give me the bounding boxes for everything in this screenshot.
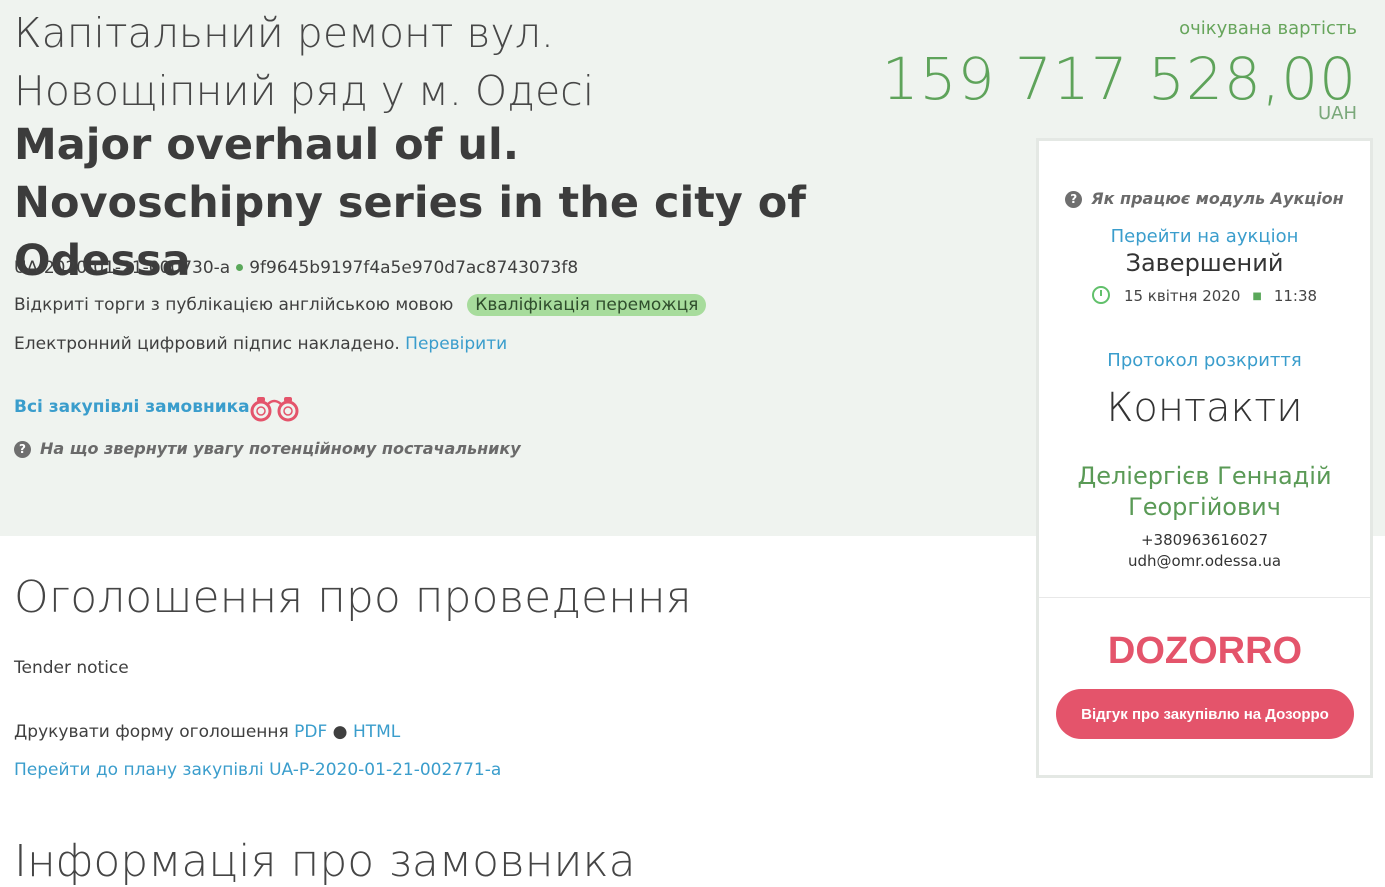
print-html-link[interactable]: HTML xyxy=(353,722,400,742)
contact-phone: +380963616027 xyxy=(1140,531,1269,549)
tender-title-uk: Капітальний ремонт вул. Новощіпний ряд у… xyxy=(14,9,595,115)
expected-value-label: очікувана вартість xyxy=(1179,18,1357,39)
question-icon: ? xyxy=(1065,191,1083,208)
contact-name: Деліергієв Геннадій Георгійович xyxy=(1077,462,1332,521)
verify-signature-link[interactable]: Перевірити xyxy=(405,334,507,354)
dozorro-logo[interactable]: DOZORRO xyxy=(1039,623,1370,677)
auction-help[interactable]: ? Як працює модуль Аукціон xyxy=(1039,189,1370,208)
supplier-hint-text: На що звернути увагу потенційному постач… xyxy=(40,439,521,458)
clock-icon xyxy=(1091,286,1110,304)
divider xyxy=(1039,597,1370,598)
auction-help-text: Як працює модуль Аукціон xyxy=(1091,189,1344,208)
binoculars-icon[interactable] xyxy=(248,394,302,424)
dozorro-feedback-button[interactable]: Відгук про закупівлю на Дозорро xyxy=(1056,689,1354,739)
dozorro-logo-text: DOZORRO xyxy=(1107,630,1301,672)
supplier-hint[interactable]: ? На що звернути увагу потенційному поста… xyxy=(14,439,521,458)
tender-hash: 9f9645b9197f4a5e970d7ac8743073f8 xyxy=(249,258,579,278)
all-procurements-link[interactable]: Всі закупівлі замовника xyxy=(14,397,250,417)
procurement-plan-link[interactable]: Перейти до плану закупівлі UA-P-2020-01-… xyxy=(14,760,501,780)
question-icon: ? xyxy=(14,441,31,458)
tender-id-row: UA-2020-01-21-000730-a 9f9645b9197f4a5e97… xyxy=(14,258,578,278)
expected-currency: UAH xyxy=(1317,103,1357,124)
contacts-heading: Контакти xyxy=(1106,385,1303,431)
opening-protocol-link[interactable]: Протокол розкриття xyxy=(1039,350,1370,371)
go-to-auction-link[interactable]: Перейти на аукціон xyxy=(1039,226,1370,247)
sidebar-card: ? Як працює модуль Аукціон Перейти на аук… xyxy=(1036,138,1373,778)
tender-notice-label: Tender notice xyxy=(14,658,129,678)
print-form-row: Друкувати форму оголошення PDF ● HTML xyxy=(14,722,401,742)
separator-dot-icon xyxy=(236,263,244,271)
announcement-section-title: Оголошення про проведення xyxy=(14,572,692,623)
print-form-text: Друкувати форму оголошення xyxy=(14,722,289,742)
auction-time: 11:38 xyxy=(1273,287,1318,305)
procedure-type: Відкриті торги з публікацією англійською… xyxy=(14,295,454,315)
auction-datetime: 15 квітня 2020 ■ 11:38 xyxy=(1039,286,1370,305)
auction-status: Завершений xyxy=(1125,249,1284,277)
dozorro-logo-image: DOZORRO xyxy=(1107,630,1301,672)
procedure-row: Відкриті торги з публікацією англійською… xyxy=(14,294,707,316)
tender-id: UA-2020-01-21-000730-a xyxy=(14,258,231,278)
expected-value: 159 717 528,00 xyxy=(881,45,1357,113)
signature-row: Електронний цифровий підпис накладено. П… xyxy=(14,334,507,354)
status-badge: Кваліфікація переможця xyxy=(467,294,707,316)
separator-dot-icon: ■ xyxy=(1252,291,1262,302)
print-pdf-link[interactable]: PDF xyxy=(294,722,327,742)
signature-text: Електронний цифровий підпис накладено. xyxy=(14,334,400,354)
auction-date: 15 квітня 2020 xyxy=(1123,287,1241,305)
customer-info-section-title: Інформація про замовника xyxy=(14,836,636,887)
contact-email: udh@omr.odessa.ua xyxy=(1127,552,1282,570)
